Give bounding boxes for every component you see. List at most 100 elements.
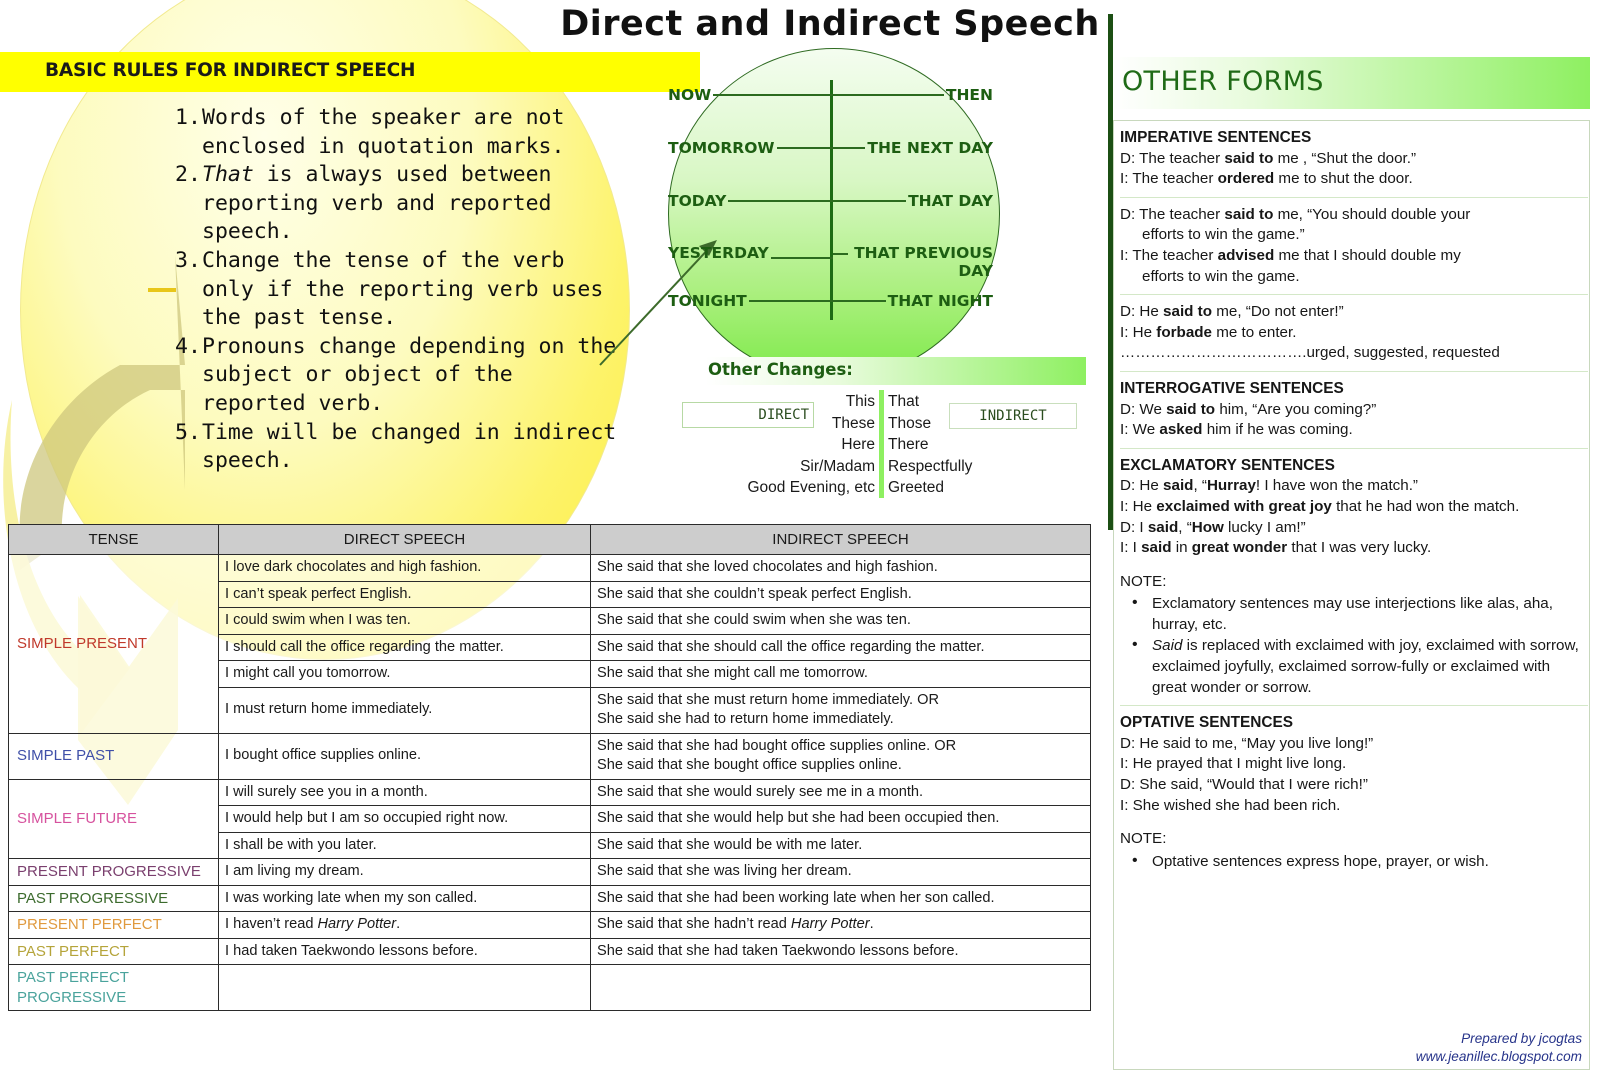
rule-text-rest: is always used between reporting verb an… xyxy=(202,162,552,245)
direct-speech-cell: I can’t speak perfect English. xyxy=(218,580,591,608)
table-row: PAST PERFECT PROGRESSIVE xyxy=(8,964,1091,1011)
note-label: NOTE: xyxy=(1120,572,1167,590)
indirect-speech-cell: She said that she was living her dream. xyxy=(590,858,1091,886)
table-row: SIMPLE PAST I bought office supplies onli… xyxy=(8,732,1091,780)
emphasis-word: said to xyxy=(1224,149,1274,167)
indirect-speech-cell: She said that she would surely see me in… xyxy=(590,778,1091,806)
note-bullet-list: Exclamatory sentences may use interjecti… xyxy=(1120,593,1588,698)
time-direct-label: TOMORROW xyxy=(668,139,775,157)
table-row: PRESENT PROGRESSIVE I am living my dream.… xyxy=(8,858,1091,886)
example-line: D: I said, “How lucky I am!” xyxy=(1120,518,1306,536)
tense-label-cell: SIMPLE PAST xyxy=(8,732,219,780)
tense-label-cell: PRESENT PERFECT xyxy=(8,911,219,939)
connector-line xyxy=(713,94,833,96)
column-header-direct: DIRECT SPEECH xyxy=(218,524,591,555)
rule-number: 5. xyxy=(175,419,201,445)
other-changes-indirect-column: That Those There Respectfully Greeted xyxy=(888,391,1018,499)
other-changes-indirect-item: Greeted xyxy=(888,479,945,496)
example-line: D: The teacher said to me , “Shut the do… xyxy=(1120,149,1417,167)
emphasis-word: ordered xyxy=(1217,170,1275,188)
rule-text: Time will be changed in indirect speech. xyxy=(202,419,617,474)
connector-line xyxy=(833,253,848,255)
time-direct-label: TODAY xyxy=(668,192,727,210)
direct-speech-cell: I had taken Taekwondo lessons before. xyxy=(218,937,591,965)
rule-number: 4. xyxy=(175,333,201,359)
example-line: I: He exclaimed with great joy that he h… xyxy=(1120,497,1520,515)
table-row: PRESENT PERFECT I haven’t read Harry Pott… xyxy=(8,911,1091,939)
indirect-speech-cell: She said that she would be with me later… xyxy=(590,831,1091,859)
note-label: NOTE: xyxy=(1120,830,1167,848)
tense-label-cell: SIMPLE FUTURE xyxy=(8,778,219,859)
emphasis-word: How xyxy=(1191,518,1224,536)
direct-speech-cell: I haven’t read Harry Potter. xyxy=(218,911,591,939)
indirect-speech-cell: She said that she must return home immed… xyxy=(590,686,1091,734)
section-separator xyxy=(1120,447,1588,449)
rule-item: 4. Pronouns change depending on the subj… xyxy=(175,333,625,419)
basic-rules-list: 1. Words of the speaker are not enclosed… xyxy=(175,104,625,476)
time-row-today: TODAY THAT DAY xyxy=(668,192,1000,210)
indirect-speech-cell: She said that she loved chocolates and h… xyxy=(590,554,1091,582)
connector-line xyxy=(833,300,886,302)
direct-speech-cell: I shall be with you later. xyxy=(218,831,591,859)
italic-word: Said xyxy=(1152,637,1183,655)
credit-block: Prepared by jcogtas www.jeanillec.blogsp… xyxy=(1416,1030,1582,1066)
indirect-speech-cell: She said that she could swim when she wa… xyxy=(590,607,1091,635)
connector-line xyxy=(833,200,907,202)
indirect-speech-cell: She said that she had taken Taekwondo le… xyxy=(590,937,1091,965)
rule-3-pointer-tick xyxy=(148,288,176,292)
emphasis-word: said xyxy=(1163,477,1194,495)
example-line: D: The teacher said to me, “You should d… xyxy=(1120,205,1471,223)
emphasis-word: great wonder xyxy=(1191,539,1288,557)
note-bullet: Optative sentences express hope, prayer,… xyxy=(1120,851,1588,873)
other-changes-direct-item: Good Evening, etc xyxy=(747,479,875,496)
page-title: Direct and Indirect Speech xyxy=(560,4,1100,44)
time-row-now: NOW THEN xyxy=(668,86,1000,104)
indirect-speech-cell: She said that she hadn’t read Harry Pott… xyxy=(590,911,1091,939)
section-separator xyxy=(1120,196,1588,198)
tense-label-cell: PRESENT PROGRESSIVE xyxy=(8,858,219,886)
time-indirect-label: THAT PREVIOUS DAY xyxy=(854,244,993,280)
indirect-speech-cell: She said that she couldn’t speak perfect… xyxy=(590,580,1091,608)
other-changes-direct-item: Sir/Madam xyxy=(800,457,875,475)
rule-text: Words of the speaker are not enclosed in… xyxy=(202,105,565,159)
other-changes-title: Other Changes: xyxy=(708,360,853,379)
time-row-tomorrow: TOMORROW THE NEXT DAY xyxy=(668,139,1000,157)
emphasis-word: Hurray xyxy=(1206,477,1256,495)
direct-speech-cell: I was working late when my son called. xyxy=(218,884,591,912)
connector-line xyxy=(833,147,866,149)
section-heading: IMPERATIVE SENTENCES xyxy=(1120,129,1312,146)
example-line: efforts to win the game.” xyxy=(1142,226,1305,244)
credit-url: www.jeanillec.blogspot.com xyxy=(1415,1049,1582,1064)
connector-line xyxy=(748,300,833,302)
indirect-speech-cell xyxy=(590,964,1091,1011)
direct-speech-cell: I could swim when I was ten. xyxy=(218,607,591,635)
note-bullet: Exclamatory sentences may use interjecti… xyxy=(1120,593,1588,635)
section-heading: EXCLAMATORY SENTENCES xyxy=(1120,456,1335,474)
rule-number: 3. xyxy=(175,247,201,273)
table-body: SIMPLE PRESENT I love dark chocolates and… xyxy=(8,554,1091,1011)
table-row: PAST PROGRESSIVE I was working late when … xyxy=(8,884,1091,912)
rule-item: 2. That is always used between reporting… xyxy=(175,161,625,247)
example-line: ……………………………….urged, suggested, requested xyxy=(1120,344,1500,362)
other-forms-content: IMPERATIVE SENTENCES D: The teacher said … xyxy=(1120,128,1588,873)
time-direct-label: YESTERDAY xyxy=(668,244,769,262)
emphasis-word: said to xyxy=(1224,205,1274,223)
rule-number: 1. xyxy=(175,105,201,130)
direct-speech-cell: I will surely see you in a month. xyxy=(218,778,591,806)
rule-number: 2. xyxy=(175,162,201,188)
time-indirect-label: THEN xyxy=(945,86,993,104)
note-bullet-list: Optative sentences express hope, prayer,… xyxy=(1120,851,1588,873)
section-heading: INTERROGATIVE SENTENCES xyxy=(1120,379,1344,397)
connector-line xyxy=(833,94,944,96)
example-line: D: We said to him, “Are you coming?” xyxy=(1120,400,1377,418)
direct-speech-cell: I must return home immediately. xyxy=(218,686,591,734)
other-changes-direct-item: This xyxy=(845,393,875,410)
connector-line xyxy=(770,256,833,259)
rule-item: 1. Words of the speaker are not enclosed… xyxy=(175,104,625,161)
rule-text: Change the tense of the verb only if the… xyxy=(202,247,604,331)
table-row: PAST PERFECT I had taken Taekwondo lesson… xyxy=(8,937,1091,965)
other-changes-direct-column: This These Here Sir/Madam Good Evening, … xyxy=(690,391,875,499)
example-line: I: He forbade me to enter. xyxy=(1120,323,1297,341)
time-row-tonight: TONIGHT THAT NIGHT xyxy=(668,292,1000,310)
